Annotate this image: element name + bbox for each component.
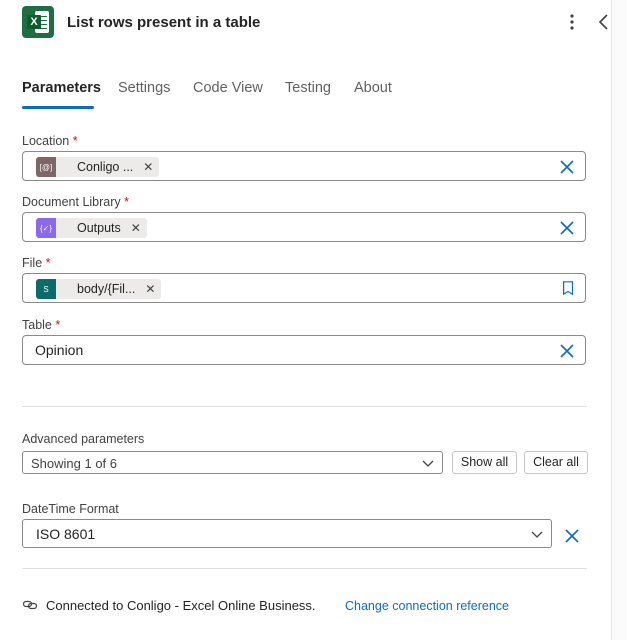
tab-about[interactable]: About (354, 80, 392, 96)
remove-parameter-icon[interactable] (564, 528, 580, 544)
table-label: Table * (22, 318, 61, 332)
variable-token-icon: {✓} (36, 218, 56, 238)
remove-token-icon[interactable]: ✕ (143, 160, 159, 174)
clear-icon[interactable] (559, 220, 575, 236)
file-label: File * (22, 256, 51, 270)
location-field[interactable]: [@] Conligo ... ✕ (22, 151, 586, 181)
tab-code-view[interactable]: Code View (193, 80, 263, 96)
tab-parameters[interactable]: Parameters (22, 80, 101, 96)
connection-status-text: Connected to Conligo - Excel Online Busi… (46, 598, 316, 613)
clear-all-button[interactable]: Clear all (524, 451, 588, 474)
location-label: Location * (22, 134, 78, 148)
connection-icon (22, 600, 38, 610)
section-divider (22, 568, 587, 569)
file-picker-icon[interactable] (560, 280, 576, 296)
advanced-parameters-select[interactable]: Showing 1 of 6 (22, 451, 443, 474)
sharepoint-token-icon: S (36, 279, 56, 299)
tab-testing[interactable]: Testing (285, 80, 331, 96)
clear-icon[interactable] (559, 343, 575, 359)
tab-settings[interactable]: Settings (118, 80, 170, 96)
background-panel-edge (611, 0, 627, 640)
excel-icon: X (22, 6, 54, 38)
location-token-icon: [@] (36, 157, 56, 177)
table-field[interactable]: Opinion (22, 335, 586, 365)
location-token[interactable]: [@] Conligo ... ✕ (36, 157, 160, 177)
more-options-icon[interactable] (564, 12, 580, 32)
file-token[interactable]: S body/{Fil... ✕ (36, 279, 162, 299)
remove-token-icon[interactable]: ✕ (131, 221, 147, 235)
remove-token-icon[interactable]: ✕ (145, 282, 161, 296)
datetime-format-select[interactable]: ISO 8601 (22, 519, 552, 548)
show-all-button[interactable]: Show all (452, 451, 517, 474)
section-divider (22, 406, 587, 407)
collapse-chevron-icon[interactable] (596, 12, 612, 32)
chevron-down-icon (422, 460, 434, 467)
change-connection-link[interactable]: Change connection reference (345, 599, 509, 613)
advanced-parameters-label: Advanced parameters (22, 432, 145, 446)
clear-icon[interactable] (559, 159, 575, 175)
document-library-label: Document Library * (22, 195, 130, 209)
document-library-token[interactable]: {✓} Outputs ✕ (36, 218, 147, 238)
document-library-field[interactable]: {✓} Outputs ✕ (22, 212, 586, 242)
file-field[interactable]: S body/{Fil... ✕ (22, 273, 586, 303)
page-title: List rows present in a table (67, 14, 261, 31)
datetime-format-label: DateTime Format (22, 502, 119, 516)
chevron-down-icon (531, 531, 543, 538)
table-value: Opinion (35, 342, 84, 358)
active-tab-indicator (22, 106, 94, 109)
